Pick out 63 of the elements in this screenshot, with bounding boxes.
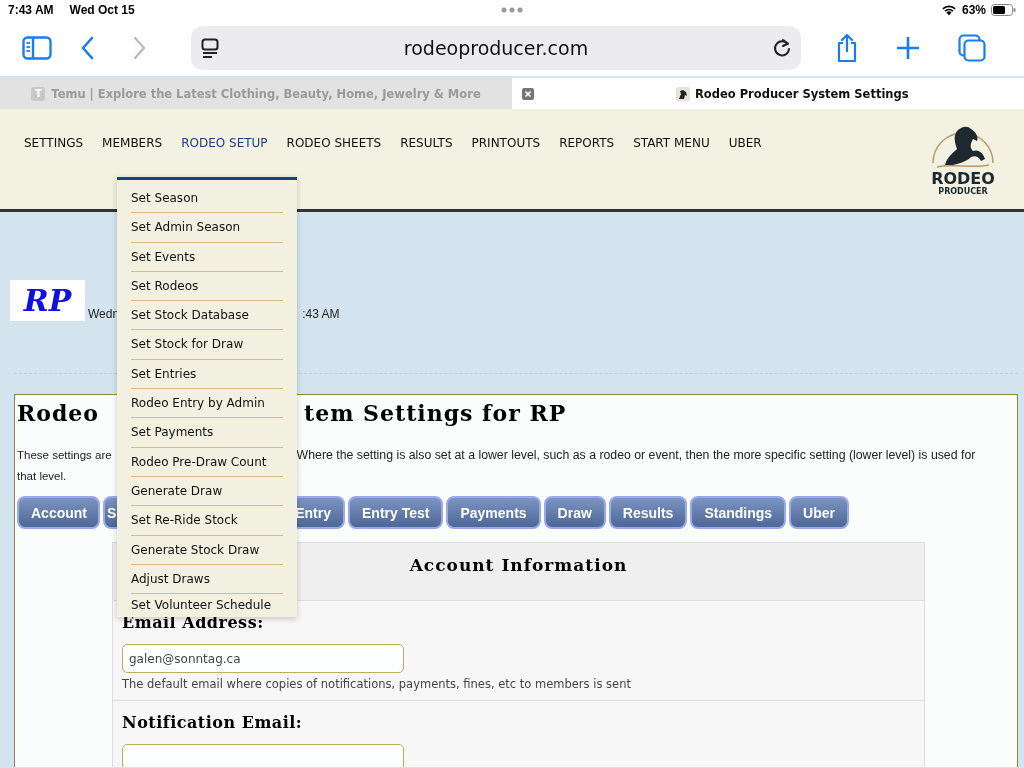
share-icon[interactable]: [835, 33, 859, 63]
description-text: These settings are: [17, 448, 112, 463]
org-logo: RP: [10, 280, 85, 321]
browser-tab[interactable]: Rodeo Producer System Settings: [512, 78, 1024, 109]
nav-link[interactable]: RESULTS: [400, 136, 453, 150]
nav-link[interactable]: SETTINGS: [24, 136, 84, 150]
nav-link[interactable]: REPORTS: [559, 136, 615, 150]
date-text: :43 AM: [302, 307, 340, 321]
tab-title: Rodeo Producer System Settings: [695, 86, 909, 101]
menu-item[interactable]: Set Payments: [131, 418, 283, 448]
battery-percent: 63%: [961, 3, 986, 17]
menu-item[interactable]: Set Rodeos: [131, 271, 283, 302]
menu-item[interactable]: Generate Stock Draw: [131, 535, 283, 565]
page-heading: tem Settings for RP: [304, 400, 567, 426]
close-icon[interactable]: [522, 87, 534, 100]
menu-item[interactable]: Rodeo Entry by Admin: [131, 389, 283, 419]
input-field[interactable]: galen@sonntag.ca: [122, 644, 404, 673]
menu-item[interactable]: Set Stock Database: [131, 301, 283, 331]
input-field[interactable]: [122, 744, 404, 767]
help-text: The default email where copies of notifications, payments, fines, etc to members is sent: [122, 677, 632, 691]
wifi-icon: [940, 4, 957, 16]
reload-icon[interactable]: [773, 38, 791, 58]
back-icon[interactable]: [80, 36, 94, 60]
nav-link[interactable]: RODEO SHEETS: [286, 136, 382, 150]
horse-icon: [676, 86, 690, 101]
menu-item[interactable]: Adjust Draws: [131, 564, 283, 595]
nav-link[interactable]: UBER: [728, 136, 762, 150]
tabs-icon[interactable]: [958, 34, 986, 62]
menu-item[interactable]: Set Events: [131, 242, 283, 272]
battery-icon: [991, 4, 1016, 16]
settings-tab[interactable]: Account: [17, 496, 100, 529]
nav-link[interactable]: MEMBERS: [102, 136, 163, 150]
tab-title: Temu | Explore the Latest Clothing, Beauty, Home, Jewelry & More: [51, 86, 481, 101]
more-dots-icon[interactable]: [501, 7, 523, 13]
sidebar-icon[interactable]: [22, 36, 52, 60]
settings-tab[interactable]: Payments: [446, 496, 541, 529]
settings-tab[interactable]: Draw: [543, 496, 606, 529]
menu-item[interactable]: Set Admin Season: [131, 213, 283, 243]
description-text: that level.: [17, 469, 67, 484]
menu-item[interactable]: Set Season: [131, 184, 283, 214]
menu-item[interactable]: Rodeo Pre-Draw Count: [131, 447, 283, 477]
settings-tab[interactable]: Entry Test: [348, 496, 444, 529]
plus-icon[interactable]: [897, 37, 919, 59]
menu-item[interactable]: Set Stock for Draw: [131, 330, 283, 360]
description-text: Where the setting is also set at a lower level, such as a rodeo or event, then the more specific setting (lower level) is used for: [296, 447, 976, 464]
menu-item[interactable]: Generate Draw: [131, 476, 283, 507]
logo-subtitle: PRODUCER: [938, 187, 988, 196]
menu-item[interactable]: Set Re-Ride Stock: [131, 506, 283, 536]
settings-tab[interactable]: Results: [608, 496, 688, 529]
nav-link[interactable]: START MENU: [633, 136, 710, 150]
settings-tab[interactable]: Standings: [690, 496, 787, 529]
status-date: Wed Oct 15: [69, 3, 135, 17]
reader-icon[interactable]: [201, 38, 219, 58]
address-bar[interactable]: rodeoproducer.com: [191, 26, 801, 70]
status-time: 7:43 AM: [8, 3, 54, 17]
page-heading: Rodeo: [17, 400, 99, 426]
nav-link[interactable]: RODEO SETUP: [181, 136, 268, 150]
settings-tab[interactable]: Uber: [789, 496, 849, 529]
menu-item[interactable]: Set Entries: [131, 359, 283, 390]
field-label: Notification Email:: [122, 713, 304, 732]
url-text: rodeoproducer.com: [402, 37, 590, 59]
nav-link[interactable]: PRINTOUTS: [471, 136, 541, 150]
logo-text: RODEO: [931, 171, 995, 187]
